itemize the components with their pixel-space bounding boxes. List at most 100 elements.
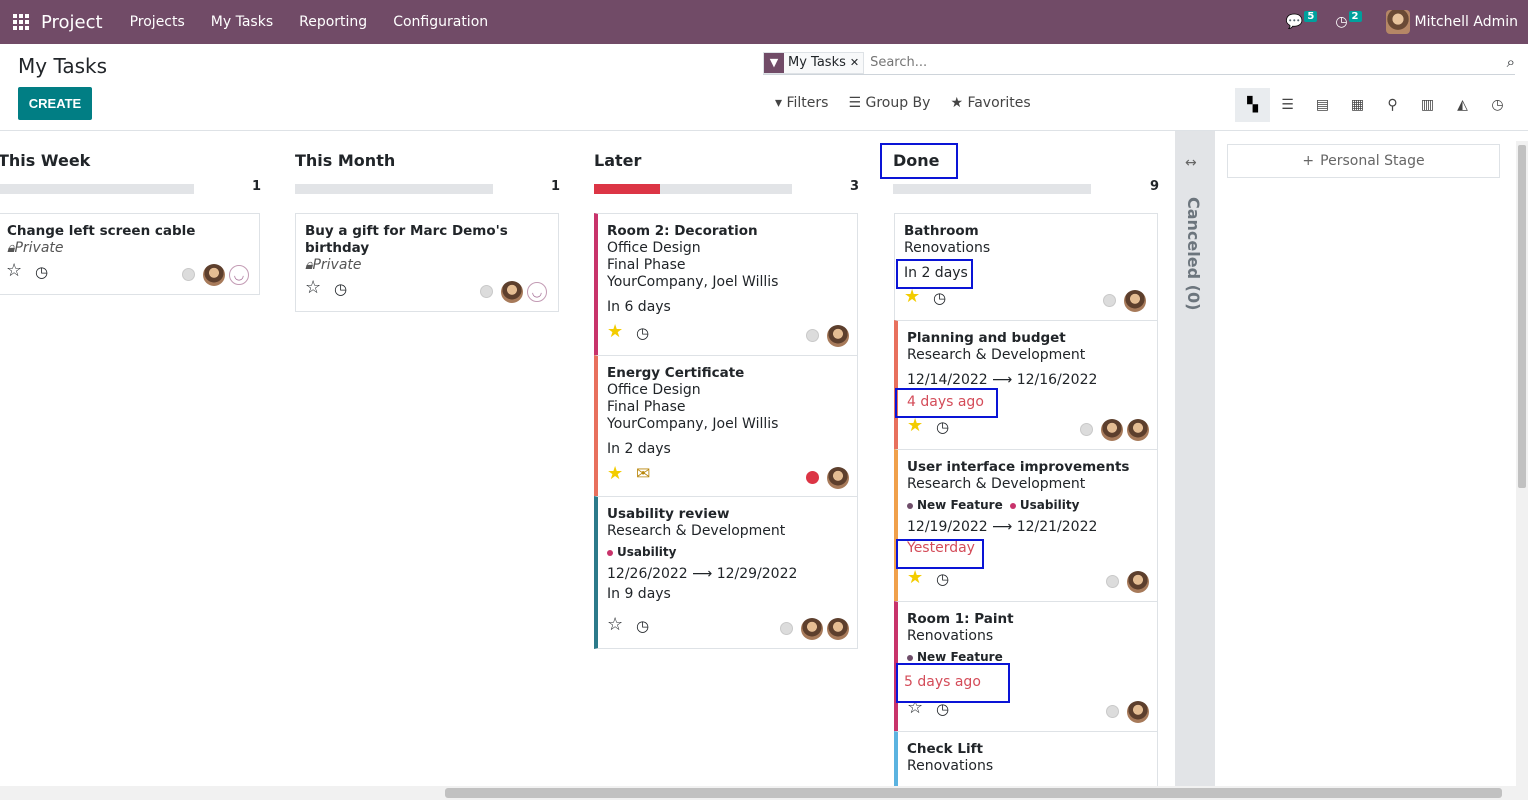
column-count: 3 [850, 179, 860, 194]
pivot-view-icon[interactable]: ▥ [1410, 88, 1445, 122]
app-brand[interactable]: Project [41, 12, 103, 33]
column-title-this-month[interactable]: This Month [295, 151, 395, 170]
smile-icon: ◡ [527, 282, 547, 302]
status-dot[interactable] [1103, 294, 1116, 307]
filters-button[interactable]: ▾ Filters [775, 95, 828, 111]
clock-icon[interactable]: ◷ [936, 571, 949, 588]
gantt-view-icon[interactable]: ▤ [1305, 88, 1340, 122]
list-view-icon[interactable]: ☰ [1270, 88, 1305, 122]
activities-icon[interactable]: ◷ [1335, 14, 1347, 30]
expand-arrows-icon[interactable]: ↔ [1185, 155, 1197, 171]
page-title: My Tasks [18, 54, 108, 78]
kanban-card[interactable]: Usability review Research & Development … [594, 496, 858, 649]
kanban-card[interactable]: Room 2: Decoration Office Design Final P… [594, 213, 858, 356]
status-dot[interactable] [1106, 575, 1119, 588]
card-tags: New Feature Usability [907, 497, 1148, 514]
user-name[interactable]: Mitchell Admin [1415, 14, 1519, 30]
menu-configuration[interactable]: Configuration [393, 14, 488, 30]
facet-remove-icon[interactable]: ✕ [850, 56, 863, 69]
column-count: 9 [1150, 179, 1160, 194]
column-count: 1 [551, 179, 561, 194]
column-progress-bar[interactable] [893, 184, 1091, 194]
menu-projects[interactable]: Projects [130, 14, 185, 30]
card-project: Renovations [904, 240, 991, 256]
star-icon[interactable]: ★ [907, 569, 923, 587]
folded-column-canceled[interactable]: ↔ Canceled (0) [1175, 131, 1215, 800]
card-tag: Usability [607, 544, 848, 561]
avatar [827, 325, 849, 347]
kanban-card[interactable]: User interface improvements Research & D… [894, 449, 1158, 602]
star-icon[interactable]: ★ [904, 288, 920, 306]
column-progress-bar[interactable] [594, 184, 792, 194]
kanban-card[interactable]: Energy Certificate Office Design Final P… [594, 355, 858, 497]
star-icon[interactable]: ★ [607, 323, 623, 341]
activity-view-icon[interactable]: ◷ [1480, 88, 1515, 122]
calendar-view-icon[interactable]: ▦ [1340, 88, 1375, 122]
group-by-button[interactable]: ☰ Group By [848, 95, 930, 111]
kanban-card[interactable]: Planning and budget Research & Developme… [894, 320, 1158, 450]
search-input[interactable] [870, 55, 1515, 70]
horizontal-scroll-thumb[interactable] [445, 788, 1502, 798]
card-assignees: YourCompany, Joel Willis [607, 274, 779, 290]
clock-icon[interactable]: ◷ [334, 281, 347, 298]
add-personal-stage-button[interactable]: + Personal Stage [1227, 144, 1500, 178]
highlight-box: 5 days ago [896, 663, 1010, 703]
card-title: Usability review [607, 506, 730, 522]
card-project: Research & Development [607, 523, 786, 539]
avatar [1127, 571, 1149, 593]
star-icon[interactable]: ☆ [6, 262, 22, 280]
clock-icon[interactable]: ◷ [933, 290, 946, 307]
clock-icon[interactable]: ◷ [636, 325, 649, 342]
apps-menu-icon[interactable] [13, 14, 29, 30]
messages-icon[interactable]: 💬 [1286, 14, 1303, 30]
card-project: Research & Development [907, 476, 1086, 492]
user-avatar[interactable] [1385, 10, 1410, 34]
status-dot[interactable] [1080, 423, 1093, 436]
graph-view-icon[interactable]: ◭ [1445, 88, 1480, 122]
clock-icon[interactable]: ◷ [936, 419, 949, 436]
favorites-button[interactable]: ★ Favorites [950, 95, 1030, 111]
clock-icon[interactable]: ◷ [636, 618, 649, 635]
search-facet: ▼ My Tasks ✕ [763, 51, 865, 74]
card-title: Energy Certificate [607, 365, 745, 381]
column-progress-bar[interactable] [0, 184, 194, 194]
menu-my-tasks[interactable]: My Tasks [211, 14, 273, 30]
search-icon[interactable]: ⌕ [1507, 53, 1515, 71]
column-title-this-week[interactable]: This Week [0, 151, 90, 170]
star-icon[interactable]: ☆ [607, 616, 623, 634]
vertical-scroll-thumb[interactable] [1518, 145, 1526, 488]
search-bar: ▼ My Tasks ✕ ⌕ [763, 51, 1515, 75]
card-dates: 12/26/2022 ⟶ 12/29/2022 [607, 566, 798, 582]
card-private: Private [312, 257, 362, 273]
envelope-icon[interactable]: ✉ [636, 466, 650, 483]
control-panel: My Tasks CREATE ▼ My Tasks ✕ ⌕ ▾ Filters… [0, 44, 1528, 131]
create-button[interactable]: CREATE [18, 87, 92, 120]
status-dot[interactable] [806, 329, 819, 342]
card-milestone: Final Phase [607, 257, 686, 273]
kanban-board: This Week 1 Change left screen cable 🔒︎P… [0, 131, 1528, 800]
avatar [203, 264, 225, 286]
column-progress-bar[interactable] [295, 184, 493, 194]
status-dot[interactable] [1106, 705, 1119, 718]
status-dot[interactable] [182, 268, 195, 281]
clock-icon[interactable]: ◷ [35, 264, 48, 281]
column-title-later[interactable]: Later [594, 151, 641, 170]
avatar [801, 618, 823, 640]
kanban-view-icon[interactable]: ▚ [1235, 88, 1270, 122]
card-deadline: In 9 days [607, 586, 671, 602]
status-dot[interactable] [806, 471, 819, 484]
card-project: Office Design [607, 382, 701, 398]
star-icon[interactable]: ★ [607, 465, 623, 483]
vertical-scrollbar[interactable] [1516, 141, 1528, 800]
card-assignees: YourCompany, Joel Willis [607, 416, 779, 432]
status-dot[interactable] [480, 285, 493, 298]
kanban-card[interactable]: Buy a gift for Marc Demo's birthday 🔒︎Pr… [295, 213, 559, 312]
card-deadline: In 6 days [607, 299, 671, 315]
clock-icon[interactable]: ◷ [936, 701, 949, 718]
map-view-icon[interactable]: ⚲ [1375, 88, 1410, 122]
kanban-card[interactable]: Change left screen cable 🔒︎Private ☆ ◷ ◡ [0, 213, 260, 295]
status-dot[interactable] [780, 622, 793, 635]
star-icon[interactable]: ★ [907, 417, 923, 435]
menu-reporting[interactable]: Reporting [299, 14, 367, 30]
star-icon[interactable]: ☆ [305, 279, 321, 297]
